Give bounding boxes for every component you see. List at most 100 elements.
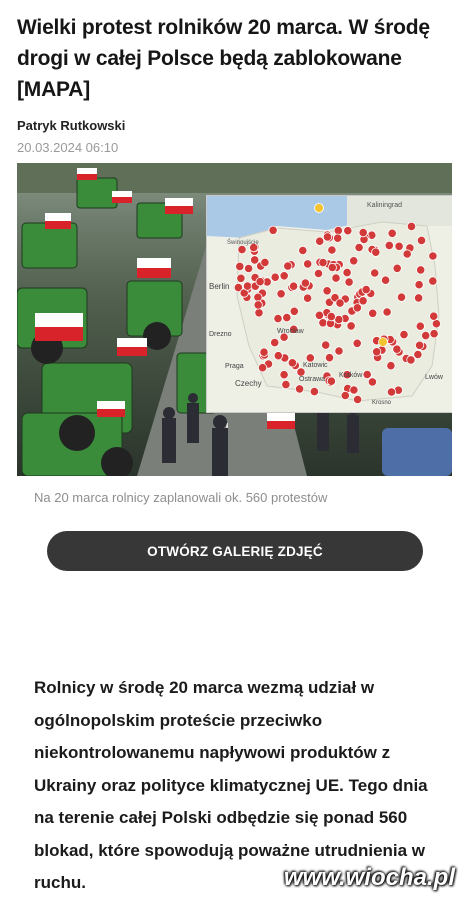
protest-marker: [402, 249, 412, 259]
protest-marker: [253, 292, 263, 302]
protest-marker: [322, 286, 332, 296]
protest-marker: [273, 351, 283, 361]
protest-marker: [282, 313, 292, 323]
protest-marker: [327, 245, 337, 255]
protest-marker: [382, 307, 392, 317]
protest-marker: [255, 277, 265, 287]
protest-marker: [318, 257, 328, 268]
protest-marker: [289, 281, 299, 291]
protest-marker: [344, 277, 354, 287]
protest-marker: [428, 251, 438, 261]
protest-marker: [372, 347, 382, 357]
protest-marker: [354, 242, 364, 253]
protest-marker: [315, 236, 325, 246]
open-gallery-button[interactable]: OTWÓRZ GALERIĘ ZDJĘĆ: [47, 531, 423, 571]
highlight-marker: [314, 203, 324, 213]
protest-marker: [237, 244, 247, 255]
map-label-katowice: Katowic: [303, 362, 328, 369]
map-label-wroclaw: Wrocław: [277, 328, 304, 335]
protest-marker: [346, 321, 356, 331]
protest-marker: [352, 338, 362, 348]
map-label-drezno: Drezno: [209, 331, 232, 338]
map-label-swinoujscie: Świnoujście: [227, 240, 259, 246]
protest-marker: [381, 275, 391, 285]
protest-marker: [415, 321, 425, 331]
protest-marker: [386, 361, 396, 371]
protest-marker: [340, 390, 350, 401]
protest-marker: [243, 263, 254, 274]
protest-marker: [396, 292, 407, 302]
protest-marker: [242, 281, 253, 291]
protest-marker: [235, 261, 245, 272]
protest-marker: [283, 261, 293, 271]
map-label-krakow: Kraków: [339, 372, 363, 379]
photo-caption: Na 20 marca rolnicy zaplanowali ok. 560 …: [34, 490, 328, 505]
protest-marker: [253, 300, 263, 310]
protest-marker: [331, 273, 341, 283]
protest-marker: [361, 285, 371, 295]
protest-marker: [394, 241, 404, 251]
protest-marker: [326, 312, 336, 322]
protest-marker: [305, 353, 315, 363]
protest-marker: [414, 280, 424, 290]
article-photo[interactable]: Kaliningrad Świnoujście Berlin Drezno Wr…: [17, 163, 452, 476]
protest-marker: [260, 257, 270, 268]
protest-marker: [335, 298, 345, 308]
protest-marker: [314, 310, 325, 320]
protest-marker: [259, 347, 269, 357]
protest-marker: [429, 329, 439, 339]
protest-marker: [362, 369, 372, 380]
protest-marker: [413, 349, 423, 360]
protest-marker: [428, 276, 438, 286]
watermark: www.wiocha.pl: [283, 864, 455, 891]
protest-marker: [414, 293, 424, 303]
protest-marker: [352, 303, 362, 313]
highlight-marker: [378, 337, 388, 347]
protest-marker: [367, 377, 377, 387]
protest-marker: [236, 273, 246, 283]
protest-marker: [270, 338, 280, 348]
map-label-krosno: Krosno: [372, 400, 392, 406]
protest-marker: [416, 265, 426, 275]
protest-map[interactable]: Kaliningrad Świnoujście Berlin Drezno Wr…: [206, 195, 452, 413]
protest-marker: [303, 259, 313, 269]
protest-marker: [358, 296, 368, 306]
protest-marker: [416, 235, 427, 246]
protest-marker: [429, 311, 439, 321]
map-label-czechy: Czechy: [235, 379, 262, 388]
protest-marker: [327, 262, 337, 273]
protest-marker: [392, 263, 402, 273]
protest-marker: [371, 247, 381, 257]
article-title: Wielki protest rolników 20 marca. W środ…: [17, 16, 430, 101]
protest-marker: [406, 355, 416, 365]
protest-marker: [333, 225, 343, 236]
protest-marker: [368, 308, 378, 318]
protest-marker: [322, 232, 333, 242]
protest-marker: [349, 256, 359, 266]
protest-marker: [279, 271, 289, 281]
map-label-berlin: Berlin: [209, 282, 230, 291]
protest-marker: [386, 387, 397, 397]
map-label-praga: Praga: [225, 363, 244, 370]
map-label-lwow: Lwów: [425, 374, 443, 381]
protest-marker: [281, 380, 291, 390]
protest-marker: [326, 376, 337, 386]
protest-marker: [334, 346, 344, 356]
author-name[interactable]: Patryk Rutkowski: [17, 118, 125, 133]
protest-marker: [399, 330, 409, 340]
protest-marker: [349, 385, 359, 395]
protest-marker: [287, 358, 298, 368]
protest-marker: [353, 394, 363, 405]
protest-marker: [273, 314, 283, 324]
map-label-ostrawa: Ostrawa: [299, 376, 326, 383]
protest-marker: [415, 340, 425, 350]
protest-marker: [250, 255, 260, 265]
protest-marker: [295, 384, 305, 394]
protest-marker: [289, 306, 299, 316]
protest-marker: [276, 289, 286, 299]
protest-marker: [303, 293, 313, 303]
protest-marker: [421, 331, 431, 341]
protest-marker: [343, 226, 353, 236]
protest-marker: [392, 344, 402, 354]
protest-marker: [384, 240, 394, 251]
